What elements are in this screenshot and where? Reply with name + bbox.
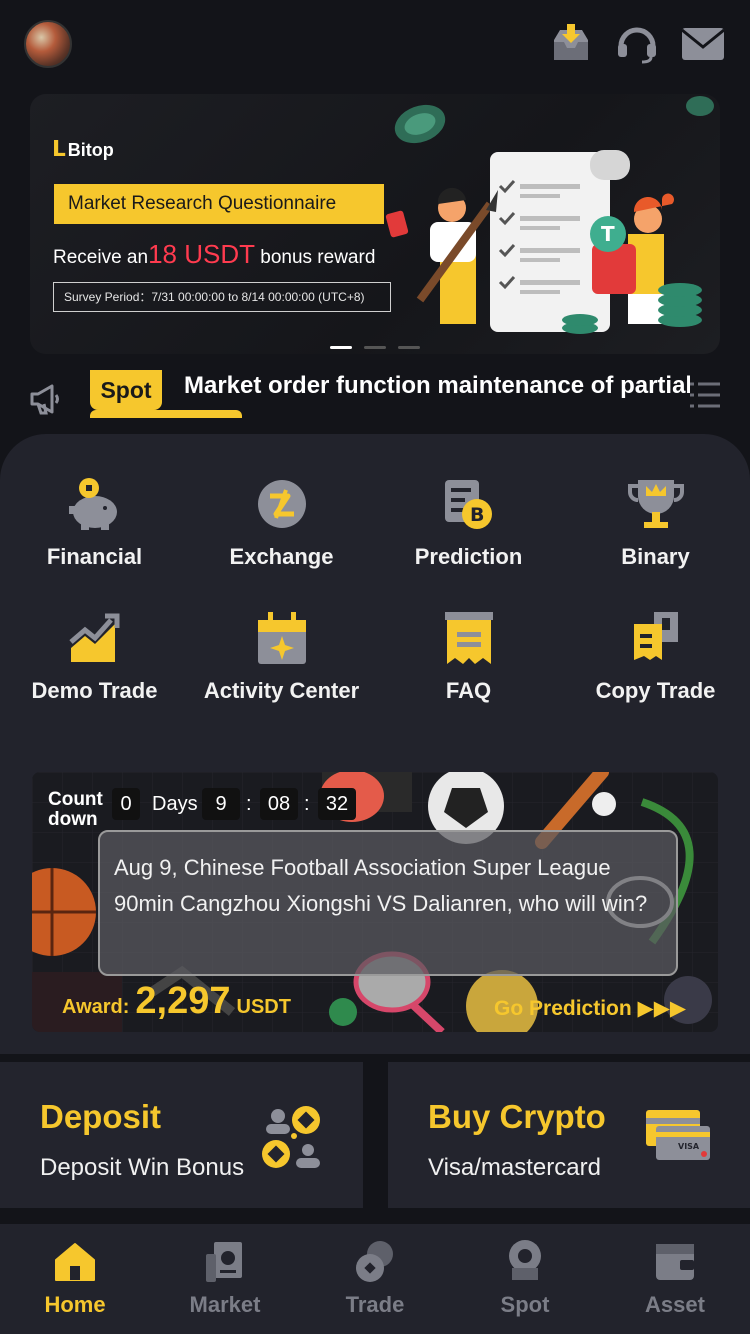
prediction-question: Aug 9, Chinese Football Association Supe… <box>98 830 678 976</box>
download-icon[interactable] <box>548 20 594 66</box>
nav-label: Trade <box>345 1292 405 1317</box>
countdown-seconds: 32 <box>318 788 356 820</box>
svg-text:T: T <box>601 222 615 246</box>
grid-item-copy-trade[interactable]: Copy Trade <box>562 608 749 704</box>
time-separator: : <box>246 793 252 815</box>
trade-icon <box>352 1238 398 1284</box>
award-value: 2,297 <box>135 980 231 1022</box>
deposit-title: Deposit <box>40 1098 162 1135</box>
banner-title: Market Research Questionnaire <box>54 184 384 224</box>
nav-spot[interactable]: Spot <box>450 1238 600 1318</box>
mail-icon[interactable] <box>680 20 726 66</box>
countdown-minutes: 08 <box>260 788 298 820</box>
grid-item-financial[interactable]: Financial <box>1 474 188 570</box>
nav-asset[interactable]: Asset <box>600 1238 750 1318</box>
market-icon <box>202 1238 248 1284</box>
award: Award: 2,297 USDT <box>62 980 291 1022</box>
nav-label: Spot <box>500 1292 550 1317</box>
grid-label: Demo Trade <box>31 678 158 703</box>
bottom-nav: Home Market Trade Spot Asset <box>0 1224 750 1334</box>
top-bar <box>0 0 750 90</box>
countdown-hours: 9 <box>202 788 240 820</box>
grid-label: Exchange <box>229 544 334 569</box>
reward-amount: 18 USDT <box>148 239 255 269</box>
grid-label: Copy Trade <box>595 678 716 703</box>
spot-icon <box>502 1238 548 1284</box>
countdown-days: 0 <box>112 788 140 820</box>
countdown-label: Count down <box>48 789 103 830</box>
nav-home[interactable]: Home <box>0 1238 150 1318</box>
notice-tag: Spot <box>90 370 162 410</box>
carousel-dot[interactable] <box>398 346 420 349</box>
nav-market[interactable]: Market <box>150 1238 300 1318</box>
nav-label: Asset <box>645 1292 705 1317</box>
deposit-subtitle: Deposit Win Bonus <box>40 1154 245 1181</box>
go-prediction-button[interactable]: Go Prediction ▶▶▶ <box>494 996 686 1021</box>
survey-period: Survey Period：7/31 00:00:00 to 8/14 00:0… <box>53 282 391 312</box>
carousel-indicator[interactable] <box>330 336 432 354</box>
credit-card-icon: VISA <box>646 1110 710 1160</box>
document-icon <box>439 608 499 668</box>
bonus-icon <box>262 1106 320 1168</box>
banner-logo: ᒪ Bitop <box>52 136 114 161</box>
carousel-dot[interactable] <box>330 346 352 349</box>
exchange-icon <box>252 474 312 534</box>
home-icon <box>52 1238 98 1284</box>
trophy-icon <box>626 474 686 534</box>
nav-label: Market <box>189 1292 261 1317</box>
announcement-bar[interactable]: Spot Market order function maintenance o… <box>0 362 750 422</box>
prediction-card[interactable]: Count down 0 Days 9 : 08 : 32 Aug 9, Chin… <box>32 772 718 1032</box>
nav-trade[interactable]: Trade <box>300 1238 450 1318</box>
calendar-star-icon <box>252 608 312 668</box>
notice-text[interactable]: Market order function maintenance of par… <box>184 370 690 402</box>
grid-label: FAQ <box>445 678 492 703</box>
grid-item-exchange[interactable]: Exchange <box>188 474 375 570</box>
copy-document-icon <box>626 608 686 668</box>
bitcoin-prediction-icon: B <box>439 474 499 534</box>
grid-label: Prediction <box>414 544 523 569</box>
deposit-card[interactable]: Deposit Deposit Win Bonus <box>0 1062 363 1208</box>
buy-crypto-title: Buy Crypto <box>428 1098 606 1135</box>
wallet-icon <box>652 1238 698 1284</box>
list-icon[interactable] <box>688 380 722 410</box>
grid-label: Activity Center <box>203 678 360 703</box>
banner-reward: Receive an18 USDT bonus reward <box>53 239 376 269</box>
grid-item-activity-center[interactable]: Activity Center <box>188 608 375 704</box>
tag-underline <box>90 410 242 418</box>
days-label: Days <box>152 793 198 815</box>
svg-text:B: B <box>470 504 484 526</box>
grid-item-binary[interactable]: Binary <box>562 474 749 570</box>
buy-crypto-card[interactable]: Buy Crypto Visa/mastercard VISA <box>388 1062 750 1208</box>
questionnaire-illustration: T <box>385 96 714 334</box>
carousel-dot[interactable] <box>364 346 386 349</box>
headset-icon[interactable] <box>614 20 660 66</box>
grid-label: Financial <box>46 544 143 569</box>
promo-banner[interactable]: T ᒪ Bitop Market Research Questionnaire R… <box>30 94 720 354</box>
grid-label: Binary <box>621 544 690 569</box>
buy-crypto-subtitle: Visa/mastercard <box>428 1154 601 1181</box>
piggy-bank-icon <box>65 474 125 534</box>
megaphone-icon <box>30 384 59 415</box>
grid-item-demo-trade[interactable]: Demo Trade <box>1 608 188 704</box>
svg-text:VISA: VISA <box>678 1142 700 1151</box>
grid-item-faq[interactable]: FAQ <box>375 608 562 704</box>
trend-chart-icon <box>65 608 125 668</box>
avatar-icon[interactable] <box>24 20 72 68</box>
grid-item-prediction[interactable]: B Prediction <box>375 474 562 570</box>
nav-label: Home <box>44 1292 106 1317</box>
time-separator: : <box>304 793 310 815</box>
